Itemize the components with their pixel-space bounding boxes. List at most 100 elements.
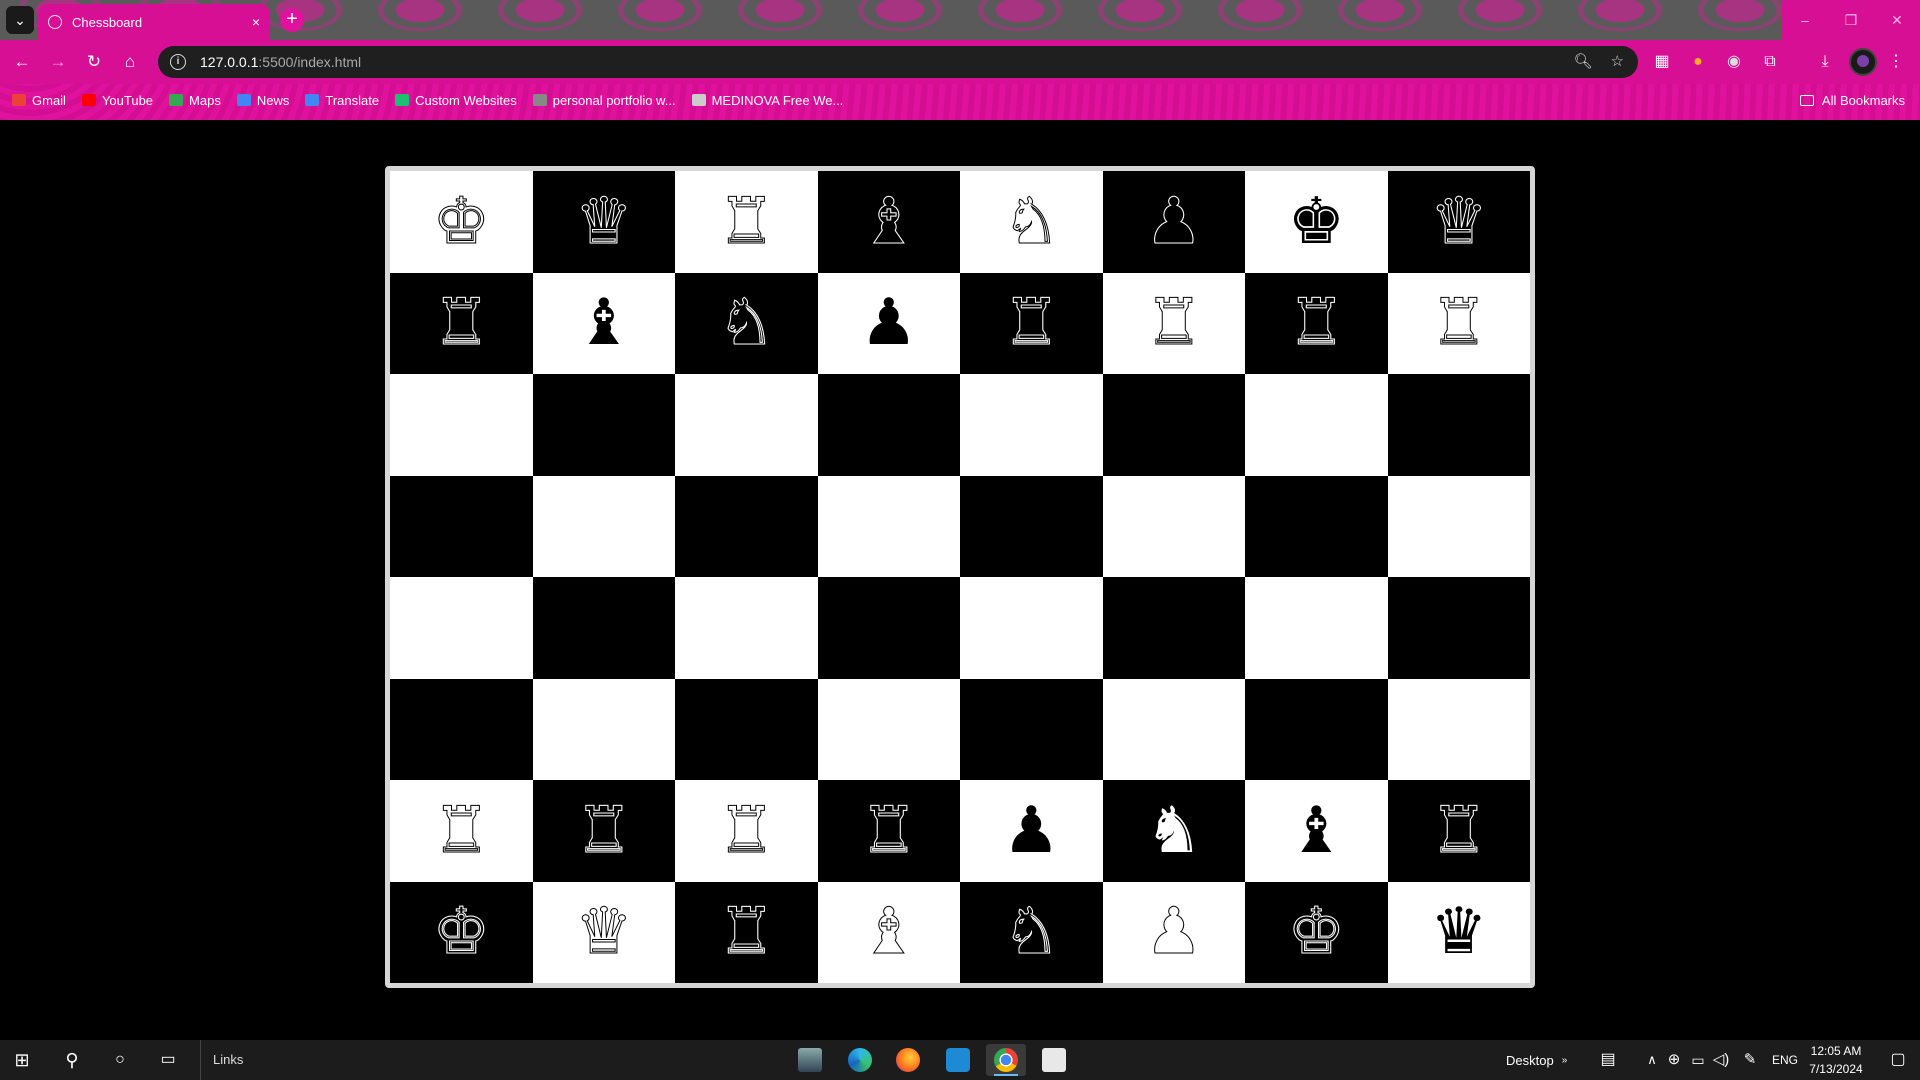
chess-piece-king[interactable]: ♚ (432, 189, 490, 254)
bookmark-star-icon[interactable]: ☆ (1611, 52, 1624, 70)
board-square[interactable]: ♜ (1387, 272, 1530, 374)
board-square[interactable] (390, 577, 533, 679)
board-square[interactable]: ♚ (1245, 171, 1388, 273)
board-square[interactable]: ♚ (390, 171, 533, 273)
board-square[interactable]: ♜ (532, 780, 675, 882)
taskbar-app-firefox[interactable] (888, 1044, 928, 1076)
taskbar-app-snipping[interactable] (1034, 1044, 1074, 1076)
board-square[interactable]: ♜ (675, 780, 818, 882)
home-button[interactable]: ⌂ (118, 50, 142, 74)
board-square[interactable]: ♜ (1387, 780, 1530, 882)
board-square[interactable]: ♞ (675, 272, 818, 374)
board-square[interactable] (960, 678, 1103, 780)
new-tab-button[interactable]: + (280, 8, 304, 32)
board-square[interactable]: ♝ (532, 272, 675, 374)
forward-button[interactable]: → (46, 50, 70, 74)
chess-piece-queen[interactable]: ♛ (575, 900, 633, 965)
chess-piece-rook[interactable]: ♜ (575, 798, 633, 863)
chess-piece-king[interactable]: ♚ (1287, 900, 1345, 965)
board-square[interactable]: ♛ (532, 881, 675, 983)
chess-piece-rook[interactable]: ♜ (432, 798, 490, 863)
chess-piece-bishop[interactable]: ♝ (1288, 799, 1345, 863)
taskbar-app-edge[interactable] (840, 1044, 880, 1076)
board-square[interactable]: ♜ (675, 881, 818, 983)
chess-piece-pawn[interactable]: ♟ (1003, 799, 1060, 863)
search-icon[interactable]: ⚲ (60, 1048, 84, 1072)
restore-button[interactable]: ❐ (1828, 0, 1874, 40)
taskbar-app-chrome[interactable] (986, 1044, 1026, 1076)
network-icon[interactable]: ⊕ (1662, 1048, 1686, 1072)
chess-piece-queen[interactable]: ♛ (1430, 900, 1487, 964)
tab-chessboard[interactable]: Chessboard × (38, 4, 270, 40)
board-square[interactable]: ♟ (1102, 881, 1245, 983)
board-square[interactable]: ♜ (675, 171, 818, 273)
taskbar-app-files[interactable] (790, 1044, 830, 1076)
board-square[interactable] (675, 475, 818, 577)
board-square[interactable]: ♚ (1245, 881, 1388, 983)
battery-icon[interactable]: ▭ (1686, 1048, 1710, 1072)
chess-piece-rook[interactable]: ♜ (717, 798, 775, 863)
all-bookmarks-button[interactable]: All Bookmarks (1799, 88, 1905, 112)
board-square[interactable] (1102, 374, 1245, 476)
board-square[interactable] (532, 374, 675, 476)
board-square[interactable] (675, 374, 818, 476)
language-indicator[interactable]: ENG (1772, 1040, 1798, 1080)
board-square[interactable] (1102, 678, 1245, 780)
chess-piece-pawn[interactable]: ♟ (1145, 189, 1203, 254)
chess-piece-rook[interactable]: ♜ (717, 900, 775, 965)
board-square[interactable] (960, 374, 1103, 476)
site-info-icon[interactable]: i (170, 54, 186, 70)
chevron-up-icon[interactable]: ∧ (1640, 1048, 1664, 1072)
bookmark-item[interactable]: Maps (169, 93, 221, 108)
chess-piece-bishop[interactable]: ♝ (860, 189, 918, 254)
chess-piece-rook[interactable]: ♜ (432, 291, 490, 356)
board-square[interactable]: ♝ (1245, 780, 1388, 882)
board-square[interactable]: ♛ (1387, 881, 1530, 983)
minimize-button[interactable]: – (1782, 0, 1828, 40)
chess-piece-bishop[interactable]: ♝ (575, 291, 632, 355)
notifications-icon[interactable]: ▢ (1876, 1040, 1920, 1080)
extension-grid-icon[interactable]: ▦ (1650, 50, 1674, 74)
chess-piece-knight[interactable]: ♞ (1145, 799, 1202, 863)
chess-piece-knight[interactable]: ♞ (1002, 900, 1060, 965)
address-bar[interactable]: i 127.0.0.1:5500/index.html 🔍︎ ☆ (158, 46, 1638, 78)
board-square[interactable]: ♝ (817, 171, 960, 273)
chess-piece-king[interactable]: ♚ (1288, 190, 1345, 254)
board-square[interactable] (1245, 678, 1388, 780)
chess-piece-rook[interactable]: ♜ (860, 798, 918, 863)
board-square[interactable] (817, 475, 960, 577)
board-square[interactable]: ♚ (390, 881, 533, 983)
extension-camera-icon[interactable]: ◉ (1722, 50, 1746, 74)
bookmark-item[interactable]: personal portfolio w... (532, 93, 676, 108)
board-square[interactable] (390, 374, 533, 476)
board-square[interactable] (817, 374, 960, 476)
reload-button[interactable]: ↻ (82, 50, 106, 74)
chess-piece-rook[interactable]: ♜ (1287, 291, 1345, 356)
bookmark-item[interactable]: MEDINOVA Free We... (691, 93, 843, 108)
board-square[interactable] (532, 475, 675, 577)
tab-close-button[interactable]: × (252, 14, 260, 30)
clock[interactable]: 12:05 AM 7/13/2024 (1796, 1042, 1876, 1078)
board-square[interactable]: ♞ (960, 881, 1103, 983)
chess-piece-bishop[interactable]: ♝ (860, 900, 918, 965)
chess-piece-knight[interactable]: ♞ (717, 291, 775, 356)
close-window-button[interactable]: ✕ (1874, 0, 1920, 40)
chess-piece-rook[interactable]: ♜ (717, 189, 775, 254)
bookmark-item[interactable]: Translate (305, 93, 379, 108)
board-square[interactable]: ♞ (1102, 780, 1245, 882)
board-square[interactable] (390, 475, 533, 577)
chess-piece-rook[interactable]: ♜ (1430, 798, 1488, 863)
chess-piece-pawn[interactable]: ♟ (860, 291, 917, 355)
desktop-toolbar[interactable]: Desktop » (1506, 1040, 1567, 1080)
news-widget-icon[interactable]: ▤ (1596, 1048, 1620, 1072)
board-square[interactable]: ♜ (390, 272, 533, 374)
board-square[interactable] (1245, 374, 1388, 476)
board-square[interactable] (817, 678, 960, 780)
chess-piece-knight[interactable]: ♞ (1002, 189, 1060, 254)
bookmark-item[interactable]: Gmail (12, 93, 66, 108)
chess-piece-queen[interactable]: ♛ (1430, 189, 1488, 254)
board-square[interactable]: ♜ (960, 272, 1103, 374)
board-square[interactable] (1245, 577, 1388, 679)
board-square[interactable]: ♜ (817, 780, 960, 882)
board-square[interactable] (532, 678, 675, 780)
